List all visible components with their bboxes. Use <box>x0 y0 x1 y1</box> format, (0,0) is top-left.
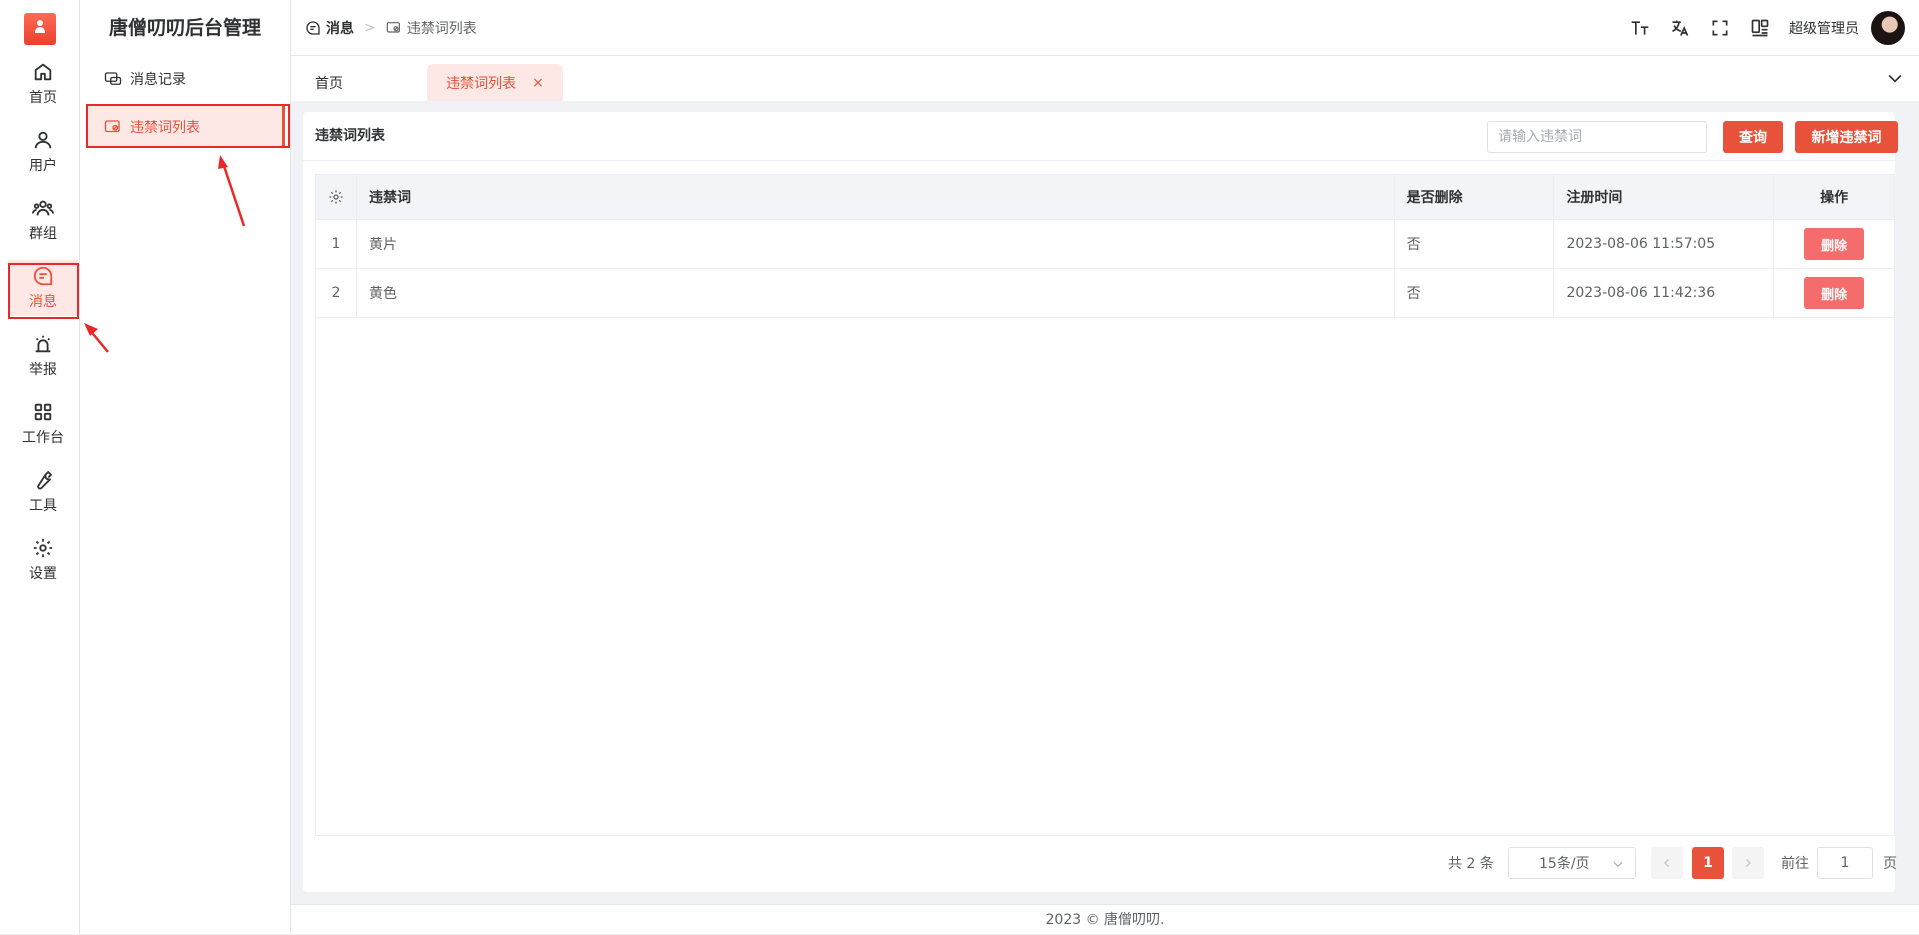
tab-forbidden-words[interactable]: 违禁词列表 × <box>427 64 563 101</box>
rail-item-home[interactable]: 首页 <box>8 56 78 112</box>
chevron-down-icon[interactable] <box>1885 68 1905 88</box>
rail-item-label: 用户 <box>29 158 57 174</box>
breadcrumb-label: 消息 <box>326 21 354 37</box>
row-deleted: 否 <box>1395 269 1555 317</box>
breadcrumb-label: 违禁词列表 <box>406 21 477 37</box>
column-header-word: 违禁词 <box>357 175 1395 219</box>
submenu-item-message-record[interactable]: 消息记录 <box>86 58 285 100</box>
submenu-item-forbidden-words[interactable]: 违禁词列表 <box>86 106 285 148</box>
submenu-item-label: 违禁词列表 <box>130 120 200 136</box>
row-time: 2023-08-06 11:42:36 <box>1554 269 1775 317</box>
alarm-icon <box>35 335 51 353</box>
card-header: 违禁词列表 查询 新增违禁词 <box>303 112 1898 161</box>
app-title: 唐僧叨叨后台管理 <box>108 17 261 39</box>
gear-icon <box>329 190 343 204</box>
row-time: 2023-08-06 11:57:05 <box>1554 220 1775 268</box>
forbidden-word-icon <box>104 120 120 133</box>
search-input[interactable] <box>1487 121 1707 153</box>
chevron-left-icon <box>1664 859 1669 867</box>
pagination-total: 共 2 条 <box>1448 856 1494 872</box>
avatar[interactable] <box>1871 11 1905 45</box>
icon-rail: 首页 用户 群组 消息 举报 工作台 工具 设置 <box>0 0 80 934</box>
table-header: 违禁词 是否删除 注册时间 操作 <box>316 175 1894 220</box>
rail-item-label: 举报 <box>29 362 57 378</box>
table-row: 2 黄色 否 2023-08-06 11:42:36 删除 <box>316 269 1894 318</box>
rail-item-user[interactable]: 用户 <box>8 124 78 180</box>
breadcrumb-separator: > <box>364 20 376 36</box>
message-icon <box>306 21 320 35</box>
column-header-deleted: 是否删除 <box>1395 175 1555 219</box>
tab-label: 首页 <box>315 75 343 92</box>
page-size-value: 15条/页 <box>1539 856 1590 872</box>
tabs-bar: 首页 违禁词列表 × <box>291 56 1919 101</box>
page-button-current[interactable]: 1 <box>1692 847 1724 879</box>
header-actions: 超级管理员 <box>1611 0 1905 56</box>
rail-item-label: 消息 <box>29 294 57 310</box>
column-settings[interactable] <box>316 175 357 219</box>
column-header-time: 注册时间 <box>1554 175 1775 219</box>
content-card: 违禁词列表 查询 新增违禁词 违禁词 是否删除 注册时间 操作 1 黄片 否 2… <box>303 112 1898 892</box>
fullscreen-icon[interactable] <box>1709 17 1731 39</box>
close-icon[interactable]: × <box>532 75 544 91</box>
chevron-down-icon <box>1613 861 1623 868</box>
rail-item-message[interactable]: 消息 <box>8 260 78 316</box>
row-index: 1 <box>316 220 357 268</box>
gear-icon <box>33 538 53 558</box>
rail-item-settings[interactable]: 设置 <box>8 532 78 588</box>
forbidden-word-icon <box>386 22 400 33</box>
goto-page-input[interactable] <box>1817 847 1873 879</box>
top-header: 消息 > 违禁词列表 超级管理员 <box>291 0 1919 56</box>
home-icon <box>34 63 52 81</box>
row-index: 2 <box>316 269 357 317</box>
footer: 2023 © 唐僧叨叨. <box>291 904 1919 934</box>
username[interactable]: 超级管理员 <box>1789 18 1859 38</box>
rail-item-workbench[interactable]: 工作台 <box>8 396 78 452</box>
rail-item-group[interactable]: 群组 <box>8 192 78 248</box>
tab-label: 违禁词列表 <box>446 75 517 92</box>
row-word: 黄色 <box>357 269 1395 317</box>
row-deleted: 否 <box>1395 220 1555 268</box>
rail-item-report[interactable]: 举报 <box>8 328 78 384</box>
next-page-button[interactable] <box>1732 847 1764 879</box>
row-action: 删除 <box>1774 220 1894 268</box>
wrench-icon <box>37 471 52 490</box>
add-forbidden-word-button[interactable]: 新增违禁词 <box>1795 121 1898 153</box>
card-title: 违禁词列表 <box>315 128 385 144</box>
rail-item-label: 工作台 <box>22 430 64 446</box>
delete-button[interactable]: 删除 <box>1804 228 1865 260</box>
app-logo <box>24 13 56 45</box>
rail-item-tools[interactable]: 工具 <box>8 464 78 520</box>
goto-label: 前往 <box>1781 856 1809 872</box>
chat-record-icon <box>104 72 122 85</box>
breadcrumb-item-forbidden-words: 违禁词列表 <box>386 18 477 38</box>
column-header-action: 操作 <box>1820 190 1849 206</box>
group-icon <box>32 200 54 216</box>
table-row: 1 黄片 否 2023-08-06 11:57:05 删除 <box>316 220 1894 269</box>
row-action: 删除 <box>1774 269 1894 317</box>
prev-page-button[interactable] <box>1651 847 1683 879</box>
rail-item-label: 工具 <box>29 498 57 514</box>
grid-icon <box>34 403 52 421</box>
page-unit-label: 页 <box>1883 856 1897 872</box>
message-icon <box>33 266 53 286</box>
rail-item-label: 设置 <box>29 566 57 582</box>
row-word: 黄片 <box>357 220 1395 268</box>
page-size-select[interactable]: 15条/页 <box>1508 847 1636 879</box>
forbidden-words-table: 违禁词 是否删除 注册时间 操作 1 黄片 否 2023-08-06 11:57… <box>315 174 1895 836</box>
translate-icon[interactable] <box>1669 17 1691 39</box>
query-button[interactable]: 查询 <box>1723 121 1783 153</box>
breadcrumb: 消息 > 违禁词列表 <box>305 0 477 56</box>
submenu-panel: 唐僧叨叨后台管理 消息记录 违禁词列表 <box>80 0 291 934</box>
breadcrumb-item-message[interactable]: 消息 <box>305 18 354 38</box>
rail-item-label: 首页 <box>29 90 57 106</box>
submenu-item-label: 消息记录 <box>130 72 186 88</box>
user-icon <box>34 131 52 149</box>
chevron-right-icon <box>1746 859 1751 867</box>
tab-home[interactable]: 首页 <box>315 64 343 101</box>
layout-icon[interactable] <box>1749 17 1771 39</box>
delete-button[interactable]: 删除 <box>1804 277 1865 309</box>
rail-item-label: 群组 <box>29 226 57 242</box>
font-size-icon[interactable] <box>1629 17 1651 39</box>
